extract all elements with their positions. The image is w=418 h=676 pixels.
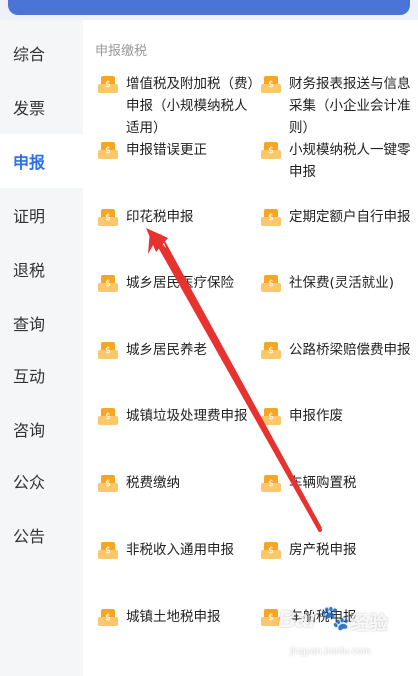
menu-item-label: 房产税申报 [289, 542, 357, 558]
document-icon: $ [261, 475, 281, 492]
sidebar-item-label: 证明 [13, 207, 46, 226]
svg-text:$: $ [105, 279, 111, 289]
svg-text:$: $ [268, 546, 274, 556]
svg-text:$: $ [268, 346, 274, 356]
sidebar-item-label: 互动 [13, 367, 46, 386]
document-icon: $ [261, 542, 281, 559]
menu-item-property-tax[interactable]: $ 房产税申报 [260, 539, 418, 561]
menu-item-tax-payment[interactable]: $ 税费缴纳 [97, 472, 257, 494]
sidebar-item-label: 发票 [13, 99, 46, 118]
svg-text:$: $ [105, 613, 111, 623]
menu-item-vat-declaration[interactable]: $ 增值税及附加税（费）申报（小规模纳税人适用） [97, 73, 257, 139]
sidebar-item-interaction[interactable]: 互动 [0, 348, 83, 402]
svg-text:$: $ [105, 546, 111, 556]
top-header-bar [0, 0, 418, 20]
sidebar-item-invoice[interactable]: 发票 [0, 80, 83, 134]
document-icon: $ [261, 275, 281, 292]
watermark-suffix: 经验 [350, 613, 389, 634]
menu-item-financial-report[interactable]: $ 财务报表报送与信息采集（小企业会计准则） [260, 73, 418, 139]
document-icon: $ [98, 142, 118, 159]
svg-text:$: $ [268, 213, 274, 223]
svg-text:$: $ [105, 479, 111, 489]
sidebar-item-label: 综合 [13, 45, 46, 64]
document-icon: $ [261, 209, 281, 226]
document-icon: $ [261, 408, 281, 425]
document-icon: $ [261, 76, 281, 93]
watermark-url: jingyan.baidu.com [290, 646, 371, 657]
svg-text:$: $ [268, 412, 274, 422]
document-icon: $ [98, 275, 118, 292]
menu-item-vehicle-purchase-tax[interactable]: $ 车辆购置税 [260, 472, 418, 494]
svg-text:$: $ [105, 346, 111, 356]
menu-item-correction[interactable]: $ 申报错误更正 [97, 139, 257, 161]
document-icon: $ [98, 609, 118, 626]
svg-text:$: $ [268, 146, 274, 156]
menu-item-label: 定期定额户自行申报 [289, 209, 411, 225]
menu-item-land-use-tax[interactable]: $ 城镇土地税申报 [97, 606, 257, 628]
svg-text:$: $ [268, 80, 274, 90]
sidebar-item-label: 咨询 [13, 421, 46, 440]
menu-item-label: 城乡居民养老 [126, 342, 207, 358]
sidebar-item-notice[interactable]: 公告 [0, 508, 83, 562]
document-icon: $ [98, 76, 118, 93]
header-banner [8, 0, 410, 15]
category-sidebar: 综合 发票 申报 证明 退税 查询 互动 咨询 公众 公告 [0, 20, 83, 676]
main-content: 申报缴税 $ 增值税及附加税（费）申报（小规模纳税人适用） $ 财务报表报送与信… [83, 20, 418, 676]
sidebar-item-label: 公众 [13, 473, 46, 492]
paw-icon: 🐾 [320, 605, 350, 632]
watermark-brand: Bai [278, 606, 316, 633]
document-icon: $ [98, 342, 118, 359]
sidebar-item-label: 退税 [13, 261, 46, 280]
menu-item-zero-declaration[interactable]: $ 小规模纳税人一键零申报 [260, 139, 418, 183]
sidebar-item-declaration[interactable]: 申报 [0, 134, 83, 188]
menu-item-void-declaration[interactable]: $ 申报作废 [260, 405, 418, 427]
sidebar-item-label: 公告 [13, 527, 46, 546]
sidebar-item-consult[interactable]: 咨询 [0, 402, 83, 456]
sidebar-item-query[interactable]: 查询 [0, 296, 83, 350]
menu-item-label: 申报作废 [289, 408, 343, 424]
menu-item-label: 社保费(灵活就业) [289, 275, 395, 291]
menu-item-label: 增值税及附加税（费）申报（小规模纳税人适用） [126, 76, 255, 136]
menu-item-label: 城镇土地税申报 [126, 609, 221, 625]
menu-item-label: 非税收入通用申报 [126, 542, 234, 558]
menu-item-social-security[interactable]: $ 社保费(灵活就业) [260, 272, 418, 294]
document-icon: $ [98, 209, 118, 226]
menu-item-label: 税费缴纳 [126, 475, 180, 491]
menu-item-label: 小规模纳税人一键零申报 [289, 142, 411, 180]
menu-item-pension[interactable]: $ 城乡居民养老 [97, 339, 257, 361]
document-icon: $ [98, 408, 118, 425]
sidebar-item-tax-refund[interactable]: 退税 [0, 242, 83, 296]
svg-text:$: $ [105, 213, 111, 223]
svg-text:$: $ [105, 80, 111, 90]
menu-item-fixed-quota[interactable]: $ 定期定额户自行申报 [260, 206, 418, 228]
menu-item-label: 公路桥梁赔偿费申报 [289, 342, 411, 358]
svg-text:$: $ [268, 279, 274, 289]
menu-item-label: 财务报表报送与信息采集（小企业会计准则） [289, 76, 411, 136]
svg-text:$: $ [105, 146, 111, 156]
baidu-watermark: Bai 🐾 经验 jingyan.baidu.com [272, 600, 412, 670]
svg-text:$: $ [105, 412, 111, 422]
menu-item-medical-insurance[interactable]: $ 城乡居民医疗保险 [97, 272, 257, 294]
menu-item-label: 申报错误更正 [126, 142, 207, 158]
menu-item-non-tax-revenue[interactable]: $ 非税收入通用申报 [97, 539, 257, 561]
section-title: 申报缴税 [95, 44, 148, 59]
sidebar-item-label: 申报 [13, 153, 46, 172]
document-icon: $ [261, 342, 281, 359]
menu-item-label: 车辆购置税 [289, 475, 357, 491]
sidebar-item-general[interactable]: 综合 [0, 26, 83, 80]
sidebar-item-label: 查询 [13, 315, 46, 334]
menu-item-label: 印花税申报 [126, 209, 194, 225]
document-icon: $ [98, 475, 118, 492]
menu-item-label: 城镇垃圾处理费申报 [126, 408, 248, 424]
svg-text:$: $ [268, 479, 274, 489]
sidebar-item-public[interactable]: 公众 [0, 454, 83, 508]
document-icon: $ [261, 142, 281, 159]
menu-item-road-bridge[interactable]: $ 公路桥梁赔偿费申报 [260, 339, 418, 361]
menu-item-stamp-tax[interactable]: $ 印花税申报 [97, 206, 257, 228]
sidebar-item-certificate[interactable]: 证明 [0, 188, 83, 242]
menu-item-label: 城乡居民医疗保险 [126, 275, 234, 291]
document-icon: $ [98, 542, 118, 559]
menu-item-garbage-fee[interactable]: $ 城镇垃圾处理费申报 [97, 405, 257, 427]
